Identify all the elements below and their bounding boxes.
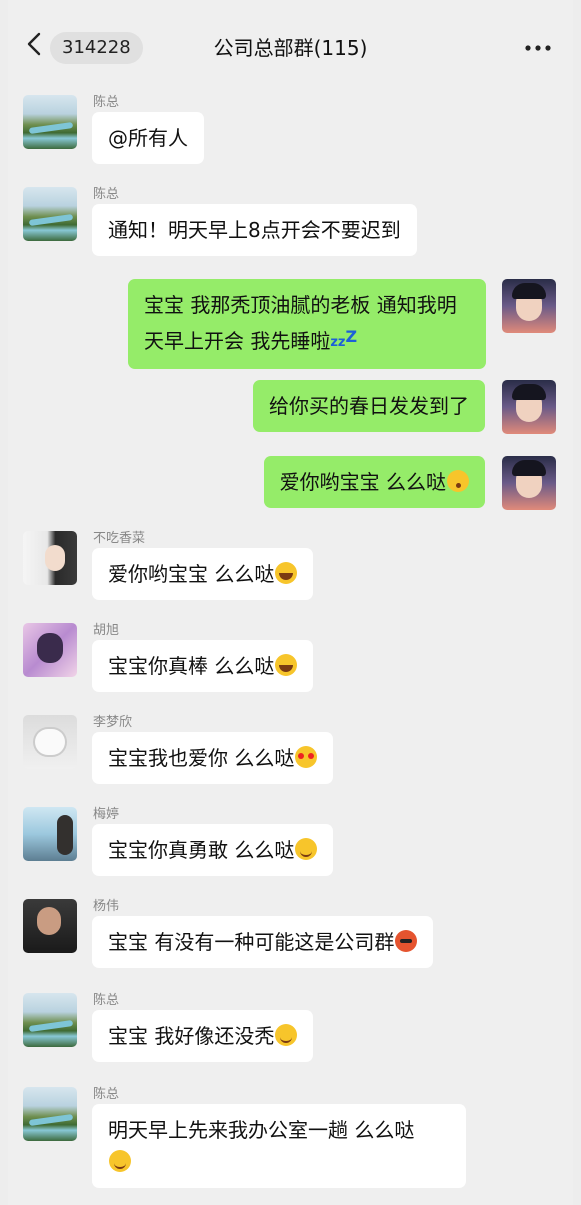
message-text: 给你买的春日发发到了 bbox=[269, 394, 469, 418]
sender-name: 不吃香菜 bbox=[93, 531, 146, 546]
avatar[interactable] bbox=[23, 95, 77, 149]
message-text: 宝宝你真勇敢 么么哒 bbox=[108, 838, 295, 862]
message-bubble[interactable]: 通知！明天早上8点开会不要迟到 bbox=[92, 204, 417, 256]
message-bubble[interactable]: 宝宝我也爱你 么么哒 bbox=[92, 732, 334, 784]
ellipsis-icon[interactable] bbox=[523, 39, 553, 57]
smiling-face-icon bbox=[295, 838, 318, 860]
chat-window: 314228 公司总部群(115) 陈总 @所有人 陈总 通知！明天早上8点开会… bbox=[8, 0, 573, 1205]
unread-count-badge[interactable]: 314228 bbox=[50, 32, 143, 64]
message-bubble[interactable]: 给你买的春日发发到了 bbox=[253, 380, 485, 432]
message-bubble[interactable]: 宝宝你真勇敢 么么哒 bbox=[92, 824, 334, 876]
message-bubble[interactable]: 明天早上先来我办公室一趟 么么哒 bbox=[92, 1104, 466, 1188]
message-bubble[interactable]: 宝宝 我那秃顶油腻的老板 通知我明天早上开会 我先睡啦zzZ bbox=[128, 279, 486, 369]
avatar[interactable] bbox=[502, 279, 556, 333]
kissing-face-icon bbox=[447, 470, 469, 492]
sender-name: 陈总 bbox=[93, 993, 120, 1008]
avatar[interactable] bbox=[23, 899, 77, 953]
sender-name: 陈总 bbox=[93, 95, 120, 110]
message-bubble[interactable]: @所有人 bbox=[92, 112, 204, 164]
laughing-face-icon bbox=[275, 562, 298, 584]
message-text: 宝宝 我好像还没秃 bbox=[108, 1024, 275, 1048]
message-bubble[interactable]: 爱你哟宝宝 么么哒 bbox=[92, 548, 314, 600]
message-text: 明天早上先来我办公室一趟 么么哒 bbox=[108, 1118, 415, 1142]
message-bubble[interactable]: 宝宝你真棒 么么哒 bbox=[92, 640, 314, 692]
heart-eyes-face-icon bbox=[295, 746, 318, 768]
message-bubble[interactable]: 宝宝 我好像还没秃 bbox=[92, 1010, 314, 1062]
avatar[interactable] bbox=[23, 807, 77, 861]
avatar[interactable] bbox=[23, 993, 77, 1047]
avatar[interactable] bbox=[23, 1087, 77, 1141]
sender-name: 胡旭 bbox=[93, 623, 120, 638]
message-text: 通知！明天早上8点开会不要迟到 bbox=[108, 218, 401, 242]
sender-name: 李梦欣 bbox=[93, 715, 133, 730]
sender-name: 陈总 bbox=[93, 187, 120, 202]
sender-name: 陈总 bbox=[93, 1087, 120, 1102]
sender-name: 杨伟 bbox=[93, 899, 120, 914]
avatar[interactable] bbox=[502, 456, 556, 510]
message-text: 爱你哟宝宝 么么哒 bbox=[108, 562, 275, 586]
avatar[interactable] bbox=[23, 623, 77, 677]
smiling-face-icon bbox=[109, 1150, 131, 1172]
message-text: 宝宝 有没有一种可能这是公司群 bbox=[108, 930, 395, 954]
message-text: @所有人 bbox=[108, 126, 188, 150]
message-text: 宝宝我也爱你 么么哒 bbox=[108, 746, 295, 770]
sender-name: 梅婷 bbox=[93, 807, 120, 822]
message-text: 宝宝你真棒 么么哒 bbox=[108, 654, 275, 678]
smiling-face-icon bbox=[275, 1024, 298, 1046]
angry-face-icon bbox=[395, 930, 418, 952]
chat-header: 314228 公司总部群(115) bbox=[8, 18, 573, 76]
message-text: 宝宝 我那秃顶油腻的老板 通知我明天早上开会 我先睡啦 bbox=[144, 293, 457, 353]
sleep-zzz-icon: zzZ bbox=[330, 327, 358, 350]
avatar[interactable] bbox=[23, 187, 77, 241]
message-bubble[interactable]: 宝宝 有没有一种可能这是公司群 bbox=[92, 916, 434, 968]
message-bubble[interactable]: 爱你哟宝宝 么么哒 bbox=[263, 456, 485, 508]
avatar[interactable] bbox=[502, 380, 556, 434]
laughing-face-icon bbox=[275, 654, 298, 676]
message-text: 爱你哟宝宝 么么哒 bbox=[279, 470, 446, 494]
avatar[interactable] bbox=[23, 531, 77, 585]
avatar[interactable] bbox=[23, 715, 77, 769]
chevron-left-icon[interactable] bbox=[26, 32, 42, 56]
